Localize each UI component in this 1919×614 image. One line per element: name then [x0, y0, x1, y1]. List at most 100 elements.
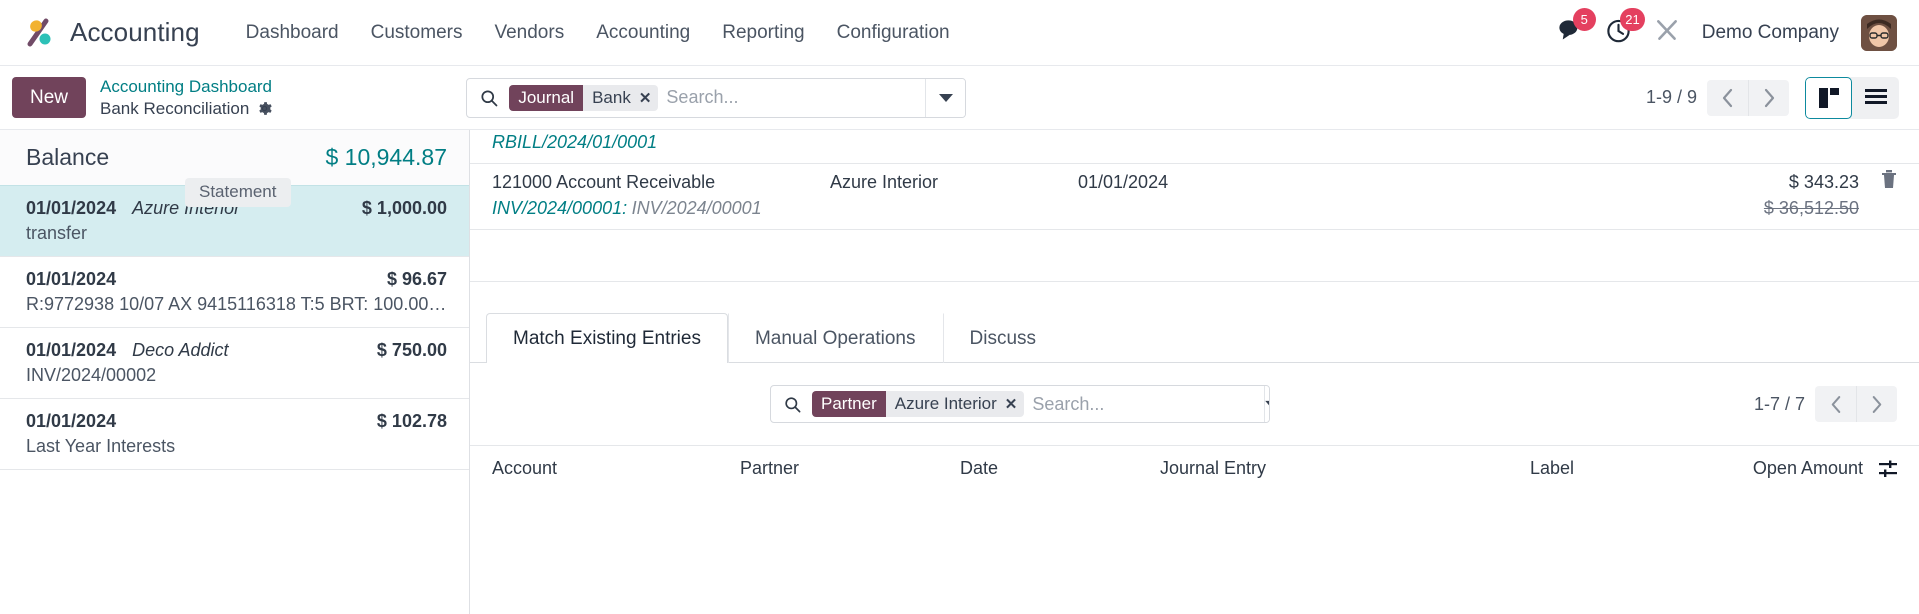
view-switcher [1805, 76, 1899, 119]
menu-item-vendors[interactable]: Vendors [478, 14, 580, 52]
search-facet-value-wrap: Bank ✕ [583, 84, 659, 111]
reconciliation-lines: 211000 Account Payable Azure Interior 01… [470, 130, 1919, 282]
reconciliation-line-account: 121000 Account Receivable [492, 172, 716, 192]
column-header-label[interactable]: Label [1530, 458, 1730, 479]
statement-line-label: INV/2024/00002 [26, 365, 157, 385]
reconciliation-line-amount: $ 343.23 [1788, 172, 1859, 192]
tab-manual-operations[interactable]: Manual Operations [727, 313, 943, 363]
view-switcher-list-button[interactable] [1852, 77, 1899, 119]
balance-row: Balance $ 10,944.87 [0, 130, 469, 185]
trash-icon[interactable] [1867, 170, 1897, 188]
navbar-systray: 5 21 Demo Company [1556, 7, 1897, 51]
chevron-right-icon [1872, 395, 1882, 413]
statement-line-date: 01/01/2024 [26, 411, 117, 431]
messages-button[interactable]: 5 [1556, 7, 1596, 49]
search-dropdown-toggle[interactable] [925, 78, 966, 117]
inner-search-dropdown-toggle[interactable] [1264, 386, 1269, 422]
statement-line-label: R:9772938 10/07 AX 9415116318 T:5 BRT: 1… [26, 294, 447, 314]
search-view: Journal Bank ✕ [466, 77, 967, 118]
menu-item-configuration[interactable]: Configuration [821, 14, 966, 52]
reconciliation-line[interactable]: 121000 Account Receivable Azure Interior… [470, 164, 1919, 230]
odoo-logo-icon [24, 16, 58, 50]
pager-previous-button[interactable] [1707, 80, 1748, 116]
chevron-left-icon [1722, 88, 1733, 107]
pager-next-button[interactable] [1748, 79, 1789, 116]
statement-line-date: 01/01/2024 [26, 269, 117, 289]
breadcrumb-parent-link[interactable]: Accounting Dashboard [100, 76, 273, 97]
statement-line-label: Last Year Interests [26, 436, 176, 456]
statement-line-item[interactable]: 01/01/2024 $ 102.78 Last Year Interests [0, 398, 469, 469]
statement-line-item[interactable] [0, 469, 469, 494]
column-header-date[interactable]: Date [960, 458, 1160, 479]
reconciliation-line-date: 01/01/2024 [1078, 172, 1169, 192]
statement-line-amount: $ 1,000.00 [361, 198, 447, 218]
reconciliation-line-reference-text: INV/2024/00001 [631, 198, 762, 218]
reconciliation-line-sub: INV/2024/00001: INV/2024/00001 $ 36,512.… [492, 198, 1897, 219]
statement-line-date: 01/01/2024 [26, 198, 117, 218]
column-header-account[interactable]: Account [492, 458, 740, 479]
reconciliation-empty-row [470, 230, 1919, 282]
statement-lines-pane: Balance $ 10,944.87 Statement 01/01/2024… [0, 130, 470, 614]
debug-tools-button[interactable] [1654, 17, 1680, 48]
statement-line-top: 01/01/2024 $ 102.78 [26, 411, 447, 432]
reconciliation-line-original-amount: $ 36,512.50 [1763, 198, 1859, 218]
reconciliation-line-reference-link[interactable]: RBILL/2024/01/0001 [492, 132, 657, 152]
statement-line-partner: Deco Addict [132, 340, 229, 360]
column-header-open-amount[interactable]: Open Amount [1730, 458, 1863, 479]
tab-discuss[interactable]: Discuss [942, 313, 1064, 363]
search-icon [771, 395, 812, 414]
breadcrumb-current-label: Bank Reconciliation [100, 99, 250, 118]
new-button[interactable]: New [12, 77, 87, 118]
inner-search-facet-partner[interactable]: Partner Azure Interior ✕ [812, 391, 1025, 417]
wrench-screwdriver-icon [1654, 17, 1680, 48]
pager: 1-9 / 9 [1645, 79, 1789, 116]
activities-badge: 21 [1620, 7, 1645, 31]
reconciliation-line-reference-link[interactable]: INV/2024/00001: [492, 198, 627, 218]
pager-value: 1-9 / 9 [1645, 87, 1697, 107]
inner-search-input[interactable] [1032, 386, 1265, 422]
control-panel: New Accounting Dashboard Bank Reconcilia… [0, 66, 1919, 130]
reconciliation-line-reference-wrap: INV/2024/00001: INV/2024/00001 [492, 198, 1681, 219]
optional-columns-toggle[interactable] [1863, 460, 1897, 478]
statement-line-item[interactable]: 01/01/2024 Azure Interior $ 1,000.00 tra… [0, 185, 469, 256]
inner-search-view: Partner Azure Interior ✕ [770, 385, 1270, 423]
reconciliation-line[interactable]: 211000 Account Payable Azure Interior 01… [470, 130, 1919, 164]
statement-line-amount: $ 96.67 [386, 269, 447, 289]
view-switcher-kanban-button[interactable] [1805, 76, 1852, 119]
menu-item-reporting[interactable]: Reporting [706, 14, 820, 52]
close-icon[interactable]: ✕ [1005, 395, 1018, 413]
reconciliation-pane: 211000 Account Payable Azure Interior 01… [470, 130, 1919, 614]
inner-search-row: Partner Azure Interior ✕ 1-7 / 7 [470, 363, 1919, 423]
brand-home-link[interactable]: Accounting [24, 16, 200, 50]
settings-sliders-icon [1879, 460, 1897, 477]
main-menu: Dashboard Customers Vendors Accounting R… [230, 14, 966, 52]
statement-line-partner: Azure Interior [132, 198, 241, 218]
column-header-partner[interactable]: Partner [740, 458, 960, 479]
company-switcher[interactable]: Demo Company [1702, 22, 1839, 44]
top-navbar: Accounting Dashboard Customers Vendors A… [0, 0, 1919, 66]
menu-item-customers[interactable]: Customers [355, 14, 479, 52]
close-icon[interactable]: ✕ [639, 89, 652, 107]
list-icon [1864, 88, 1887, 104]
gear-icon[interactable] [256, 100, 273, 117]
statement-line-date: 01/01/2024 [26, 340, 117, 360]
inner-pager-next-button[interactable] [1856, 386, 1897, 422]
search-facet-journal[interactable]: Journal Bank ✕ [509, 84, 659, 111]
inner-search-facet-value: Azure Interior [894, 394, 997, 413]
reconciliation-tabs: Match Existing Entries Manual Operations… [470, 312, 1919, 363]
avatar[interactable] [1861, 14, 1897, 51]
statement-line-item[interactable]: 01/01/2024 $ 96.67 R:9772938 10/07 AX 94… [0, 256, 469, 327]
search-input[interactable] [666, 78, 926, 117]
tab-match-existing-entries[interactable]: Match Existing Entries [486, 313, 728, 363]
statement-line-item[interactable]: 01/01/2024 Deco Addict $ 750.00 INV/2024… [0, 327, 469, 398]
inner-pager-buttons [1815, 386, 1897, 422]
search-facet-value: Bank [592, 87, 631, 107]
activities-button[interactable]: 21 [1605, 7, 1645, 49]
reconciliation-line-main: 121000 Account Receivable Azure Interior… [492, 170, 1897, 193]
search-facet-label: Journal [509, 84, 584, 111]
kanban-icon [1818, 87, 1839, 108]
inner-pager-previous-button[interactable] [1815, 386, 1856, 422]
menu-item-accounting[interactable]: Accounting [580, 14, 706, 52]
menu-item-dashboard[interactable]: Dashboard [230, 14, 355, 52]
column-header-journal-entry[interactable]: Journal Entry [1160, 458, 1530, 479]
